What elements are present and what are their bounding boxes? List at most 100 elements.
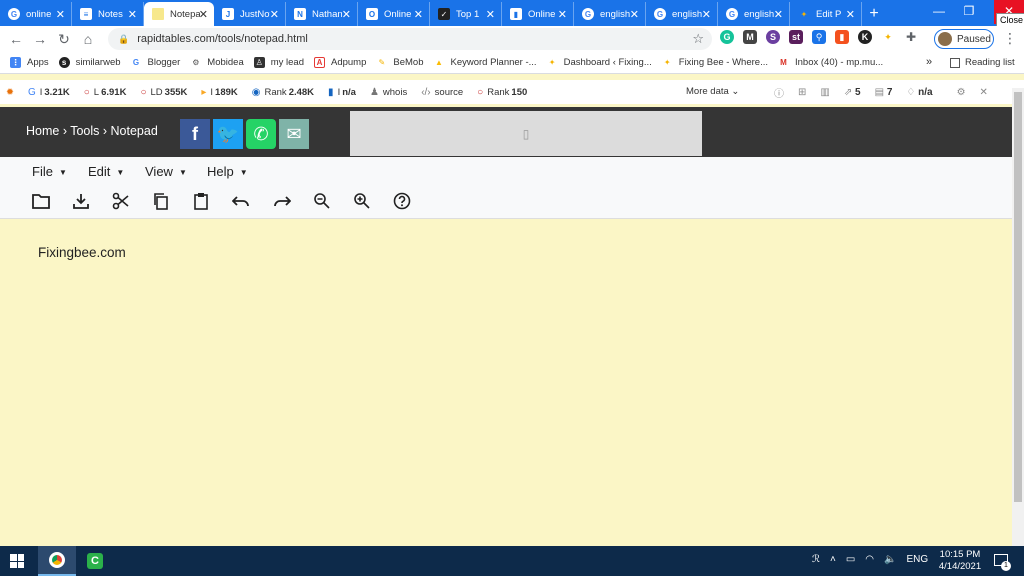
info-icon[interactable]: ⓘ [774,85,784,100]
zoom-out-icon[interactable] [311,190,333,212]
links-metric[interactable]: ⇗ 5 [844,87,861,98]
facebook-share-button[interactable]: f [180,119,210,149]
close-icon[interactable]: ✕ [270,8,279,21]
download-icon[interactable] [70,190,92,212]
people-icon[interactable]: ℛ [812,554,820,565]
restore-button[interactable]: ❐ [954,0,984,24]
browser-tab-active[interactable]: Notepad✕ [144,2,214,26]
help-icon[interactable] [391,190,413,212]
paste-clipboard-icon[interactable] [190,190,212,212]
close-icon[interactable]: ✕ [56,8,65,21]
minimize-button[interactable]: — [924,0,954,24]
seo-metric[interactable]: ○ Rank 150 [477,87,527,98]
close-icon[interactable]: ✕ [702,8,711,21]
wifi-icon[interactable]: ◠ [865,554,874,565]
k-extension-icon[interactable]: K [858,30,872,44]
new-tab-button[interactable]: + [862,2,886,26]
bookmarks-overflow-icon[interactable]: » [926,56,932,68]
bookmark-mylead[interactable]: ♙ my lead [253,57,304,68]
breadcrumb[interactable]: Home › Tools › Notepad [26,124,158,138]
chart-icon[interactable]: ▥ [820,87,829,98]
reading-list-button[interactable]: Reading list [950,57,1015,68]
browser-tab[interactable]: Genglish ✕ [574,2,646,26]
undo-icon[interactable] [230,190,252,212]
email-share-button[interactable]: ✉ [279,119,309,149]
seoquake-icon[interactable]: ✹ [6,87,14,98]
close-icon[interactable]: ✕ [199,8,208,21]
bookmark-apps[interactable]: ⋮ Apps [10,57,49,68]
taskbar-camtasia[interactable]: C [76,546,114,576]
page-scrollbar[interactable] [1012,88,1024,546]
browser-tab[interactable]: O Online ✕ [358,2,430,26]
browser-tab[interactable]: ✦ Edit P ✕ [790,2,862,26]
ad-banner[interactable]: ▯ [350,111,702,156]
browser-tab[interactable]: ▮ Online ✕ [502,2,574,26]
bookmark-bemob[interactable]: ✎ BeMob [376,57,424,68]
open-folder-icon[interactable] [30,190,52,212]
lock-icon[interactable]: 🔒 [118,34,129,45]
notepad-text-area[interactable]: Fixingbee.com [0,220,1012,546]
close-icon[interactable]: ✕ [486,8,495,21]
editor-content[interactable]: Fixingbee.com [38,245,126,260]
menu-file[interactable]: File ▼ [32,164,67,179]
seo-metric[interactable]: ○ L 6.91K [84,87,127,98]
menu-edit[interactable]: Edit ▼ [88,164,124,179]
close-icon[interactable]: ✕ [342,8,351,21]
bookmark-blogger[interactable]: G Blogger [130,57,180,68]
reload-icon[interactable]: ↻ [52,31,76,48]
bookmark-keyword-planner[interactable]: ▲ Keyword Planner -... [433,57,537,68]
zoom-in-icon[interactable] [351,190,373,212]
settings-gear-icon[interactable]: ⚙ [957,87,966,98]
address-bar[interactable]: 🔒 rapidtables.com/tools/notepad.html ☆ [108,28,712,50]
browser-menu-icon[interactable]: ⋮ [1003,30,1017,47]
close-icon[interactable]: ✕ [980,87,988,98]
language-indicator[interactable]: ENG [906,554,928,565]
browser-tab[interactable]: Genglish ✕ [718,2,790,26]
m-extension-icon[interactable]: M [743,30,757,44]
bookmark-inbox[interactable]: M Inbox (40) - mp.mu... [778,57,883,68]
windows-start-icon[interactable] [10,554,24,568]
close-icon[interactable]: ✕ [128,8,137,21]
pages-metric[interactable]: ▤ 7 [875,87,893,98]
close-icon[interactable]: ✕ [558,8,567,21]
whois-link[interactable]: ♟ whois [370,87,407,98]
copy-icon[interactable] [150,190,172,212]
seo-metric[interactable]: ○ LD 355K [140,87,187,98]
forward-arrow-icon[interactable]: → [28,31,52,47]
chevron-up-icon[interactable]: ˄ [830,554,836,565]
redo-icon[interactable] [271,190,293,212]
twitter-share-button[interactable]: 🐦 [213,119,243,149]
close-icon[interactable]: ✕ [630,8,639,21]
bee-extension-icon[interactable]: ✦ [881,30,895,44]
browser-tab[interactable]: Gonline ✕ [0,2,72,26]
profile-button[interactable]: Paused [934,29,994,49]
source-link[interactable]: ‹/› source [421,87,463,98]
seo-metric[interactable]: G I 3.21K [28,87,70,98]
browser-tab[interactable]: N Nathan ✕ [286,2,358,26]
volume-icon[interactable]: 🔈 [884,554,896,565]
puzzle-icon[interactable]: ✚ [904,30,918,44]
clock[interactable]: 10:15 PM 4/14/2021 [934,549,986,573]
browser-tab[interactable]: ≡ Notes ✕ [72,2,144,26]
back-arrow-icon[interactable]: ← [4,31,28,47]
bookmark-star-icon[interactable]: ☆ [692,31,704,47]
bookmark-dashboard[interactable]: ✦ Dashboard ‹ Fixing... [546,57,652,68]
st-extension-icon[interactable]: st [789,30,803,44]
bookmark-fixing-bee[interactable]: ✦ Fixing Bee - Where... [661,57,768,68]
taskbar-chrome[interactable] [38,546,76,576]
close-icon[interactable]: ✕ [774,8,783,21]
compare-icon[interactable]: ⊞ [798,87,806,98]
user-extension-icon[interactable]: ⚲ [812,30,826,44]
seo-metric[interactable]: ◉ Rank 2.48K [252,87,314,98]
seo-metric[interactable]: ▮ In/a [328,87,356,98]
menu-help[interactable]: Help ▼ [207,164,248,179]
scrollbar-thumb[interactable] [1014,92,1022,502]
grammarly-icon[interactable]: G [720,30,734,44]
orange-extension-icon[interactable]: ▮ [835,30,849,44]
cut-scissors-icon[interactable] [110,190,132,212]
browser-tab[interactable]: ✓ Top 1 ✕ [430,2,502,26]
whatsapp-share-button[interactable]: ✆ [246,119,276,149]
s-extension-icon[interactable]: S [766,30,780,44]
bookmark-mobidea[interactable]: ⚙ Mobidea [190,57,244,68]
battery-icon[interactable]: ▭ [846,554,855,565]
